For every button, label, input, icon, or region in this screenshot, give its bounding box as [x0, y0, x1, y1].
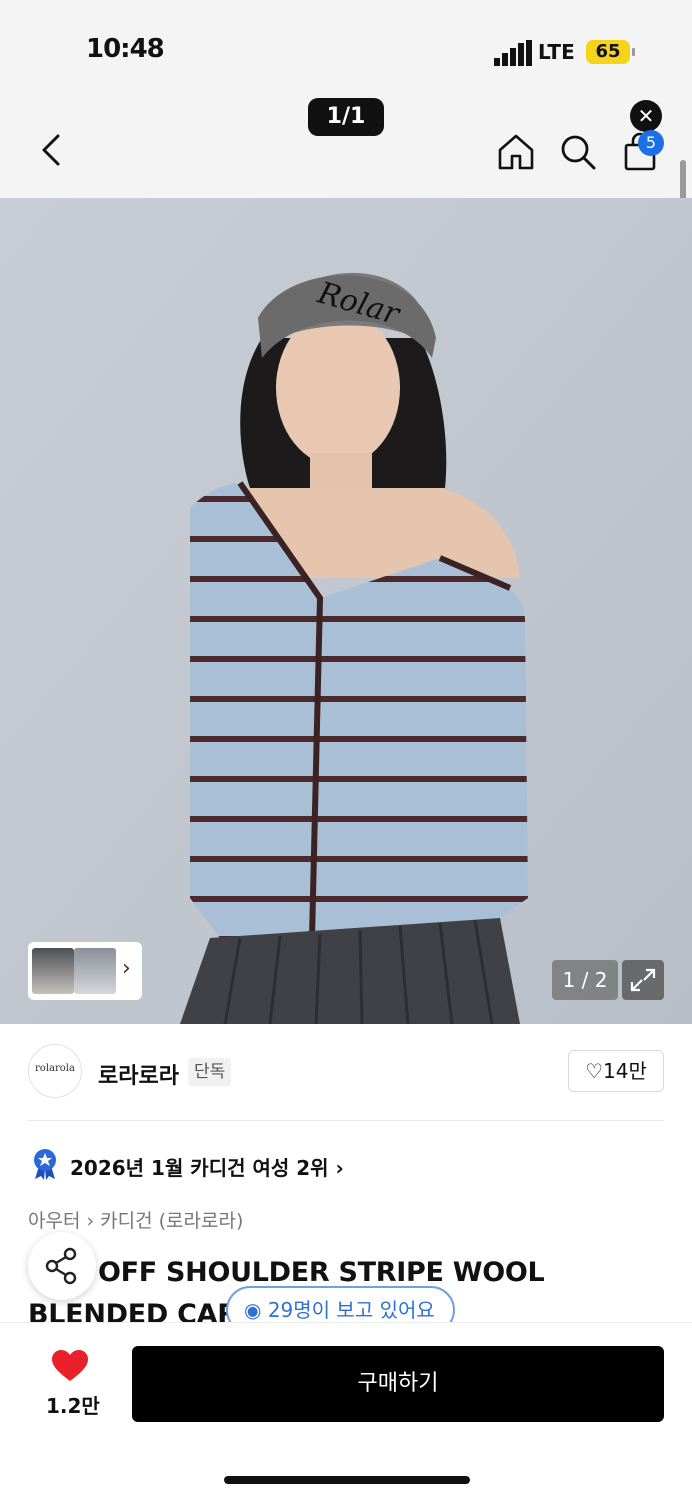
- screenshot-pager: 1/1: [308, 98, 384, 136]
- status-time: 10:48: [86, 34, 165, 64]
- network-label: LTE: [538, 40, 575, 64]
- back-arrow-icon[interactable]: [36, 130, 66, 170]
- expand-icon[interactable]: [622, 960, 664, 1000]
- battery-icon: 65: [586, 40, 635, 64]
- signal-icon: [494, 40, 532, 66]
- cart-count-badge: 5: [638, 130, 664, 156]
- viewers-text: 29명이 보고 있어요: [267, 1298, 435, 1322]
- ranking-medal-icon: [34, 1149, 56, 1180]
- brand-logo[interactable]: rolarola: [28, 1044, 82, 1098]
- home-indicator: [224, 1476, 470, 1484]
- chevron-right-icon: ›: [122, 956, 131, 981]
- product-image[interactable]: Rolar: [0, 198, 692, 1024]
- brand-like-button[interactable]: ♡14만: [568, 1050, 664, 1092]
- thumbnail-2[interactable]: [74, 948, 116, 994]
- chevron-right-icon: ›: [86, 1210, 101, 1232]
- breadcrumb-subcategory[interactable]: 카디건: [100, 1210, 152, 1232]
- breadcrumb: 아우터 › 카디건 (로라로라): [28, 1206, 243, 1233]
- exclusive-badge: 단독: [188, 1058, 232, 1086]
- share-icon: [45, 1247, 77, 1285]
- chevron-right-icon: ›: [335, 1156, 344, 1180]
- ranking-text: 2026년 1월 카디건 여성 2위: [70, 1156, 329, 1180]
- ranking-link[interactable]: 2026년 1월 카디건 여성 2위 ›: [70, 1152, 344, 1181]
- heart-filled-icon[interactable]: [52, 1350, 88, 1382]
- favorite-count: 1.2만: [46, 1394, 100, 1418]
- model-illustration: Rolar: [0, 198, 692, 1024]
- eye-icon: ◉: [244, 1298, 262, 1322]
- thumbnail-strip[interactable]: ›: [28, 942, 142, 1000]
- image-counter: 1 / 2: [552, 960, 618, 1000]
- status-bar: 10:48 LTE 65: [0, 0, 692, 90]
- search-icon[interactable]: [558, 132, 598, 172]
- home-icon[interactable]: [496, 132, 536, 172]
- buy-button[interactable]: 구매하기: [132, 1346, 664, 1422]
- share-button[interactable]: [28, 1232, 96, 1300]
- top-nav: 1/1 ✕ 5: [0, 90, 692, 198]
- brand-like-count: 14만: [603, 1059, 647, 1083]
- close-icon[interactable]: ✕: [630, 100, 662, 132]
- thumbnail-1[interactable]: [32, 948, 74, 994]
- divider: [28, 1120, 664, 1121]
- breadcrumb-category[interactable]: 아우터: [28, 1210, 80, 1232]
- breadcrumb-brand[interactable]: (로라로라): [159, 1210, 244, 1232]
- heart-outline-icon: ♡: [585, 1059, 604, 1083]
- brand-name[interactable]: 로라로라: [98, 1058, 179, 1090]
